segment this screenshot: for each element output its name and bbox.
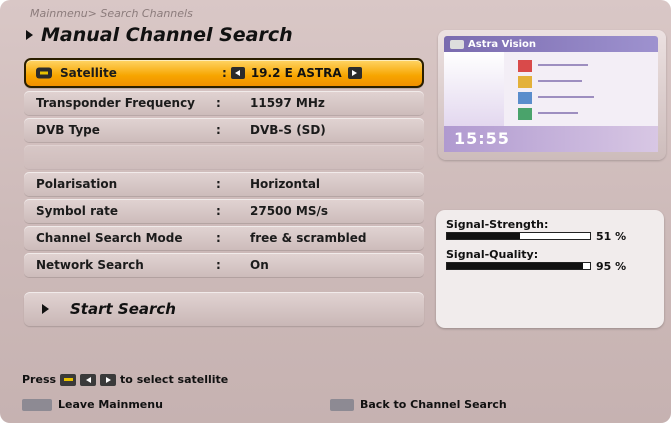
row-value: On — [250, 258, 269, 272]
back-label: Back to Channel Search — [360, 398, 507, 411]
back-key-icon — [330, 398, 354, 411]
preview-line — [538, 112, 578, 114]
menu-key-icon — [22, 398, 52, 411]
signal-strength-value: 51 % — [596, 230, 627, 243]
arrow-left-icon[interactable] — [230, 67, 245, 79]
row-value: 27500 MS/s — [250, 204, 329, 218]
row-colon: : — [216, 177, 221, 191]
row-colon: : — [216, 204, 221, 218]
channel-preview: Astra Vision 15:55 — [438, 30, 666, 160]
ok-key-icon — [60, 373, 77, 386]
preview-line — [538, 80, 582, 82]
leave-mainmenu-hint[interactable]: Leave Mainmenu — [22, 398, 163, 411]
row-colon: : — [216, 123, 221, 137]
row-polarisation[interactable]: Polarisation : Horizontal — [24, 172, 424, 196]
preview-thumb — [518, 60, 532, 72]
page-title: Manual Channel Search — [26, 24, 293, 46]
help-suffix: to select satellite — [120, 373, 229, 386]
preview-channel-name: Astra Vision — [468, 38, 536, 50]
row-label: Polarisation — [36, 177, 118, 191]
row-transponder-frequency[interactable]: Transponder Frequency : 11597 MHz — [24, 91, 424, 115]
arrow-right-icon[interactable] — [347, 67, 362, 79]
row-value: DVB-S (SD) — [250, 123, 326, 137]
satellite-selector[interactable]: : 19.2 E ASTRA — [222, 66, 362, 80]
tv-key-icon — [450, 39, 464, 49]
settings-list: Satellite : 19.2 E ASTRA Transponder Fre… — [24, 58, 424, 280]
row-value: Horizontal — [250, 177, 321, 191]
row-colon: : — [222, 66, 227, 80]
signal-panel: Signal-Strength: 51 % Signal-Quality: 95… — [436, 210, 664, 328]
row-dvb-type[interactable]: DVB Type : DVB-S (SD) — [24, 118, 424, 142]
preview-header: Astra Vision — [444, 36, 658, 52]
start-search-button[interactable]: Start Search — [24, 292, 424, 326]
row-colon: : — [216, 258, 221, 272]
preview-line — [538, 96, 594, 98]
row-disabled — [24, 145, 424, 169]
title-arrow-icon — [26, 30, 33, 40]
row-label: DVB Type — [36, 123, 100, 137]
breadcrumb: Mainmenu> Search Channels — [30, 7, 193, 20]
ok-key-icon — [36, 67, 52, 79]
row-label: Channel Search Mode — [36, 231, 183, 245]
preview-thumb — [518, 76, 532, 88]
row-label: Transponder Frequency — [36, 96, 196, 110]
leave-mainmenu-label: Leave Mainmenu — [58, 398, 163, 411]
row-colon: : — [216, 96, 221, 110]
signal-strength-fill — [447, 233, 520, 239]
arrow-right-icon — [100, 373, 117, 386]
play-arrow-icon — [42, 304, 49, 314]
row-symbol-rate[interactable]: Symbol rate : 27500 MS/s — [24, 199, 424, 223]
row-label: Symbol rate — [36, 204, 118, 218]
signal-quality-value: 95 % — [596, 260, 627, 273]
page-title-text: Manual Channel Search — [41, 24, 293, 46]
signal-quality-bar — [446, 262, 591, 270]
row-label: Network Search — [36, 258, 144, 272]
arrow-left-icon — [80, 373, 97, 386]
row-value: free & scrambled — [250, 231, 367, 245]
tv-menu-screen: Mainmenu> Search Channels Manual Channel… — [0, 0, 671, 423]
row-channel-search-mode[interactable]: Channel Search Mode : free & scrambled — [24, 226, 424, 250]
row-network-search[interactable]: Network Search : On — [24, 253, 424, 277]
preview-panel — [444, 52, 504, 126]
preview-line — [538, 64, 588, 66]
start-search-label: Start Search — [70, 300, 176, 318]
row-label: Satellite — [60, 66, 117, 80]
row-satellite[interactable]: Satellite : 19.2 E ASTRA — [24, 58, 424, 88]
signal-strength-label: Signal-Strength: — [446, 218, 549, 231]
preview-thumb — [518, 92, 532, 104]
preview-time: 15:55 — [454, 129, 510, 148]
row-value: 19.2 E ASTRA — [250, 66, 342, 80]
preview-image: 15:55 — [444, 52, 658, 152]
help-select-satellite: Press to select satellite — [22, 373, 228, 386]
signal-strength-bar — [446, 232, 591, 240]
signal-quality-fill — [447, 263, 583, 269]
signal-quality-label: Signal-Quality: — [446, 248, 539, 261]
row-value: 11597 MHz — [250, 96, 325, 110]
row-colon: : — [216, 231, 221, 245]
preview-thumb — [518, 108, 532, 120]
back-to-channel-search-hint[interactable]: Back to Channel Search — [330, 398, 507, 411]
help-prefix: Press — [22, 373, 57, 386]
